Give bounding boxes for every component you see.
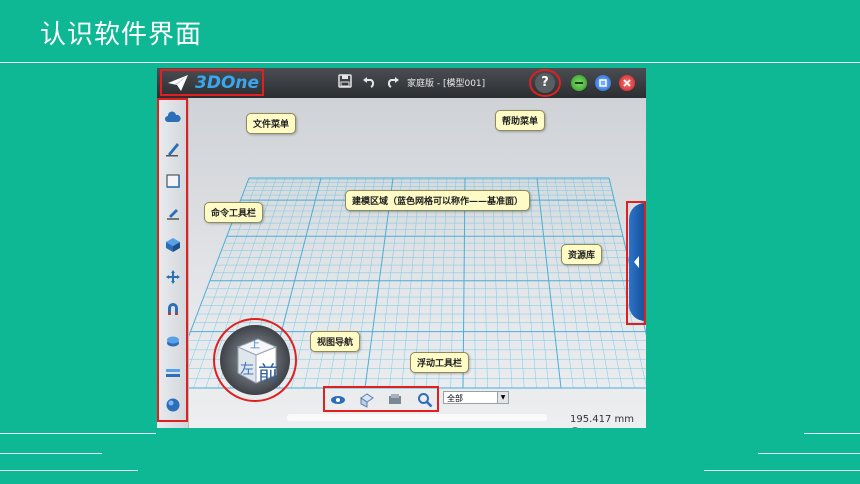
redo-icon[interactable]	[385, 74, 401, 90]
undo-icon[interactable]	[361, 74, 377, 90]
minimize-button[interactable]	[571, 75, 587, 91]
save-icon[interactable]	[337, 74, 353, 90]
maximize-icon	[599, 79, 607, 87]
callout-help-menu: 帮助菜单	[495, 110, 546, 131]
callout-modeling-area: 建模区域（蓝色网格可以称作——基准面）	[345, 190, 531, 211]
decor-line	[0, 433, 156, 434]
callout-command-toolbar: 命令工具栏	[204, 202, 264, 223]
decor-line	[0, 453, 102, 454]
floating-toolbar-highlight	[323, 386, 439, 412]
filter-select-value: 全部	[447, 394, 463, 403]
maximize-button[interactable]	[595, 75, 611, 91]
view-cube[interactable]: 上 左 前	[220, 325, 290, 395]
view-cube-front[interactable]: 前	[258, 357, 278, 386]
close-icon	[623, 79, 631, 87]
expand-circle-icon[interactable]: ▾	[570, 427, 580, 428]
document-title: 家庭版 - [模型001]	[407, 79, 486, 89]
callout-view-navigation: 视图导航	[310, 331, 361, 352]
resource-library-highlight	[626, 201, 646, 325]
floating-toolbar-base	[287, 414, 547, 421]
filter-select[interactable]: 全部 ▼	[443, 391, 509, 404]
zoom-readout: 195.417 mm ▾	[570, 414, 646, 428]
view-navigation-highlight: 上 左 前	[213, 318, 297, 402]
view-cube-left[interactable]: 左	[240, 359, 254, 379]
decor-line	[0, 470, 138, 471]
callout-floating-toolbar: 浮动工具栏	[410, 352, 470, 373]
title-bar: 3DOne 家庭版 - [模型001] ?	[157, 68, 646, 98]
minimize-icon	[575, 82, 583, 84]
callout-resource-library: 资源库	[561, 244, 603, 265]
callout-file-menu: 文件菜单	[246, 113, 297, 134]
slide-title: 认识软件界面	[40, 20, 203, 50]
view-cube-top[interactable]: 上	[250, 336, 260, 351]
decor-line	[804, 433, 860, 434]
close-button[interactable]	[619, 75, 635, 91]
help-menu-highlight	[529, 69, 561, 97]
decor-line	[758, 453, 860, 454]
command-toolbar-highlight	[157, 98, 188, 422]
file-menu-highlight	[160, 69, 264, 96]
chevron-down-icon: ▼	[497, 392, 508, 403]
decor-line	[704, 470, 860, 471]
title-divider	[0, 62, 860, 63]
